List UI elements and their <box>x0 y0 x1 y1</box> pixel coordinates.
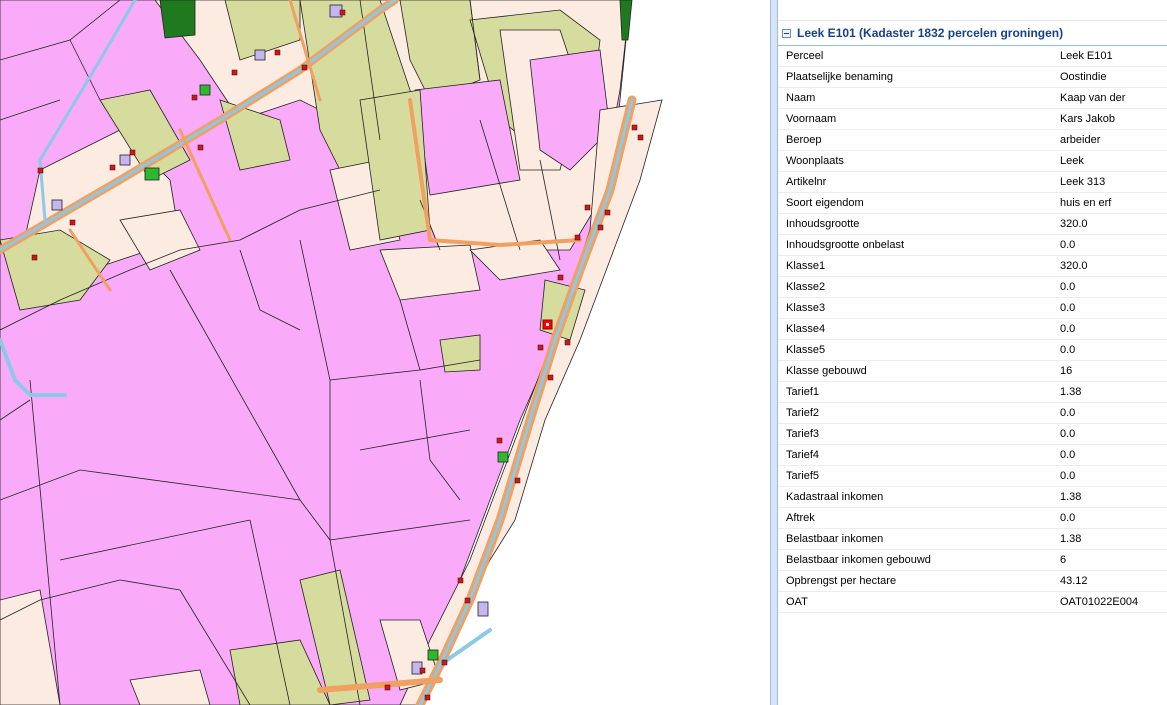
attribute-value: 6 <box>1052 549 1167 571</box>
attribute-label: Tarief2 <box>778 402 1052 424</box>
attribute-label: Klasse2 <box>778 276 1052 298</box>
attribute-value: Oostindie <box>1052 66 1167 88</box>
attribute-label: Aftrek <box>778 507 1052 529</box>
attribute-row: Inhoudsgrootte 320.0 <box>778 213 1167 235</box>
attribute-value: 320.0 <box>1052 255 1167 277</box>
attribute-row: Klasse5 0.0 <box>778 339 1167 361</box>
attribute-row: Opbrengst per hectare 43.12 <box>778 570 1167 592</box>
attribute-label: Voornaam <box>778 108 1052 130</box>
attribute-row: Aftrek 0.0 <box>778 507 1167 529</box>
attribute-label: Tarief1 <box>778 381 1052 403</box>
attribute-value: 0.0 <box>1052 339 1167 361</box>
attribute-label: Woonplaats <box>778 150 1052 172</box>
attribute-value: 16 <box>1052 360 1167 382</box>
attribute-label: Belastbaar inkomen gebouwd <box>778 549 1052 571</box>
attribute-value: 0.0 <box>1052 402 1167 424</box>
attribute-value: huis en erf <box>1052 192 1167 214</box>
attribute-label: Klasse4 <box>778 318 1052 340</box>
attribute-value: 0.0 <box>1052 276 1167 298</box>
attribute-row: Beroep arbeider <box>778 129 1167 151</box>
attribute-row: Soort eigendom huis en erf <box>778 192 1167 214</box>
attribute-row: Naam Kaap van der <box>778 87 1167 109</box>
attribute-row: Klasse1 320.0 <box>778 255 1167 277</box>
attribute-row: Inhoudsgrootte onbelast 0.0 <box>778 234 1167 256</box>
attribute-label: Soort eigendom <box>778 192 1052 214</box>
attribute-value: Kars Jakob <box>1052 108 1167 130</box>
attribute-label: Tarief4 <box>778 444 1052 466</box>
attribute-value: Leek 313 <box>1052 171 1167 193</box>
attribute-value: Leek E101 <box>1052 46 1167 67</box>
attribute-value: arbeider <box>1052 129 1167 151</box>
attribute-value: 1.38 <box>1052 528 1167 550</box>
attribute-label: Inhoudsgrootte onbelast <box>778 234 1052 256</box>
panel-splitter[interactable] <box>770 0 778 705</box>
attribute-label: Naam <box>778 87 1052 109</box>
attribute-row: Belastbaar inkomen 1.38 <box>778 528 1167 550</box>
attribute-value: 43.12 <box>1052 570 1167 592</box>
attribute-row: Klasse4 0.0 <box>778 318 1167 340</box>
attribute-value: Kaap van der <box>1052 87 1167 109</box>
attribute-label: Opbrengst per hectare <box>778 570 1052 592</box>
attribute-row: Klasse gebouwd 16 <box>778 360 1167 382</box>
attribute-label: Kadastraal inkomen <box>778 486 1052 508</box>
panel-top-bar <box>778 0 1167 21</box>
attribute-value: 0.0 <box>1052 234 1167 256</box>
attribute-label: Plaatselijke benaming <box>778 66 1052 88</box>
attribute-value: 0.0 <box>1052 423 1167 445</box>
attribute-label: Beroep <box>778 129 1052 151</box>
attribute-row: Perceel Leek E101 <box>778 46 1167 67</box>
info-panel: Leek E101 (Kadaster 1832 percelen gronin… <box>778 0 1167 705</box>
attribute-row: Klasse2 0.0 <box>778 276 1167 298</box>
attribute-value: OAT01022E004 <box>1052 591 1167 613</box>
attribute-value: 1.38 <box>1052 381 1167 403</box>
attribute-row: Plaatselijke benaming Oostindie <box>778 66 1167 88</box>
info-panel-title: Leek E101 (Kadaster 1832 percelen gronin… <box>797 26 1064 40</box>
attribute-row: Tarief1 1.38 <box>778 381 1167 403</box>
attribute-label: Tarief3 <box>778 423 1052 445</box>
attribute-row: Tarief2 0.0 <box>778 402 1167 424</box>
attribute-row: Tarief4 0.0 <box>778 444 1167 466</box>
attribute-table: Perceel Leek E101 Plaatselijke benaming Oos… <box>778 46 1167 613</box>
attribute-row: Voornaam Kars Jakob <box>778 108 1167 130</box>
attribute-row: Artikelnr Leek 313 <box>778 171 1167 193</box>
attribute-label: Klasse gebouwd <box>778 360 1052 382</box>
attribute-value: 0.0 <box>1052 507 1167 529</box>
attribute-value: 320.0 <box>1052 213 1167 235</box>
attribute-label: Tarief5 <box>778 465 1052 487</box>
info-panel-header[interactable]: Leek E101 (Kadaster 1832 percelen gronin… <box>778 21 1167 46</box>
attribute-row: Belastbaar inkomen gebouwd 6 <box>778 549 1167 571</box>
attribute-value: 1.38 <box>1052 486 1167 508</box>
attribute-row: OAT OAT01022E004 <box>778 591 1167 613</box>
attribute-label: OAT <box>778 591 1052 613</box>
map-view[interactable] <box>0 0 770 705</box>
cadastral-map[interactable] <box>0 0 770 705</box>
attribute-label: Belastbaar inkomen <box>778 528 1052 550</box>
attribute-label: Perceel <box>778 46 1052 67</box>
attribute-value: 0.0 <box>1052 297 1167 319</box>
attribute-row: Tarief5 0.0 <box>778 465 1167 487</box>
attribute-row: Woonplaats Leek <box>778 150 1167 172</box>
collapse-icon[interactable] <box>782 28 791 38</box>
attribute-row: Tarief3 0.0 <box>778 423 1167 445</box>
attribute-label: Artikelnr <box>778 171 1052 193</box>
attribute-value: Leek <box>1052 150 1167 172</box>
attribute-value: 0.0 <box>1052 444 1167 466</box>
attribute-value: 0.0 <box>1052 465 1167 487</box>
attribute-row: Klasse3 0.0 <box>778 297 1167 319</box>
attribute-label: Klasse1 <box>778 255 1052 277</box>
attribute-row: Kadastraal inkomen 1.38 <box>778 486 1167 508</box>
attribute-label: Klasse5 <box>778 339 1052 361</box>
attribute-label: Klasse3 <box>778 297 1052 319</box>
attribute-label: Inhoudsgrootte <box>778 213 1052 235</box>
attribute-value: 0.0 <box>1052 318 1167 340</box>
